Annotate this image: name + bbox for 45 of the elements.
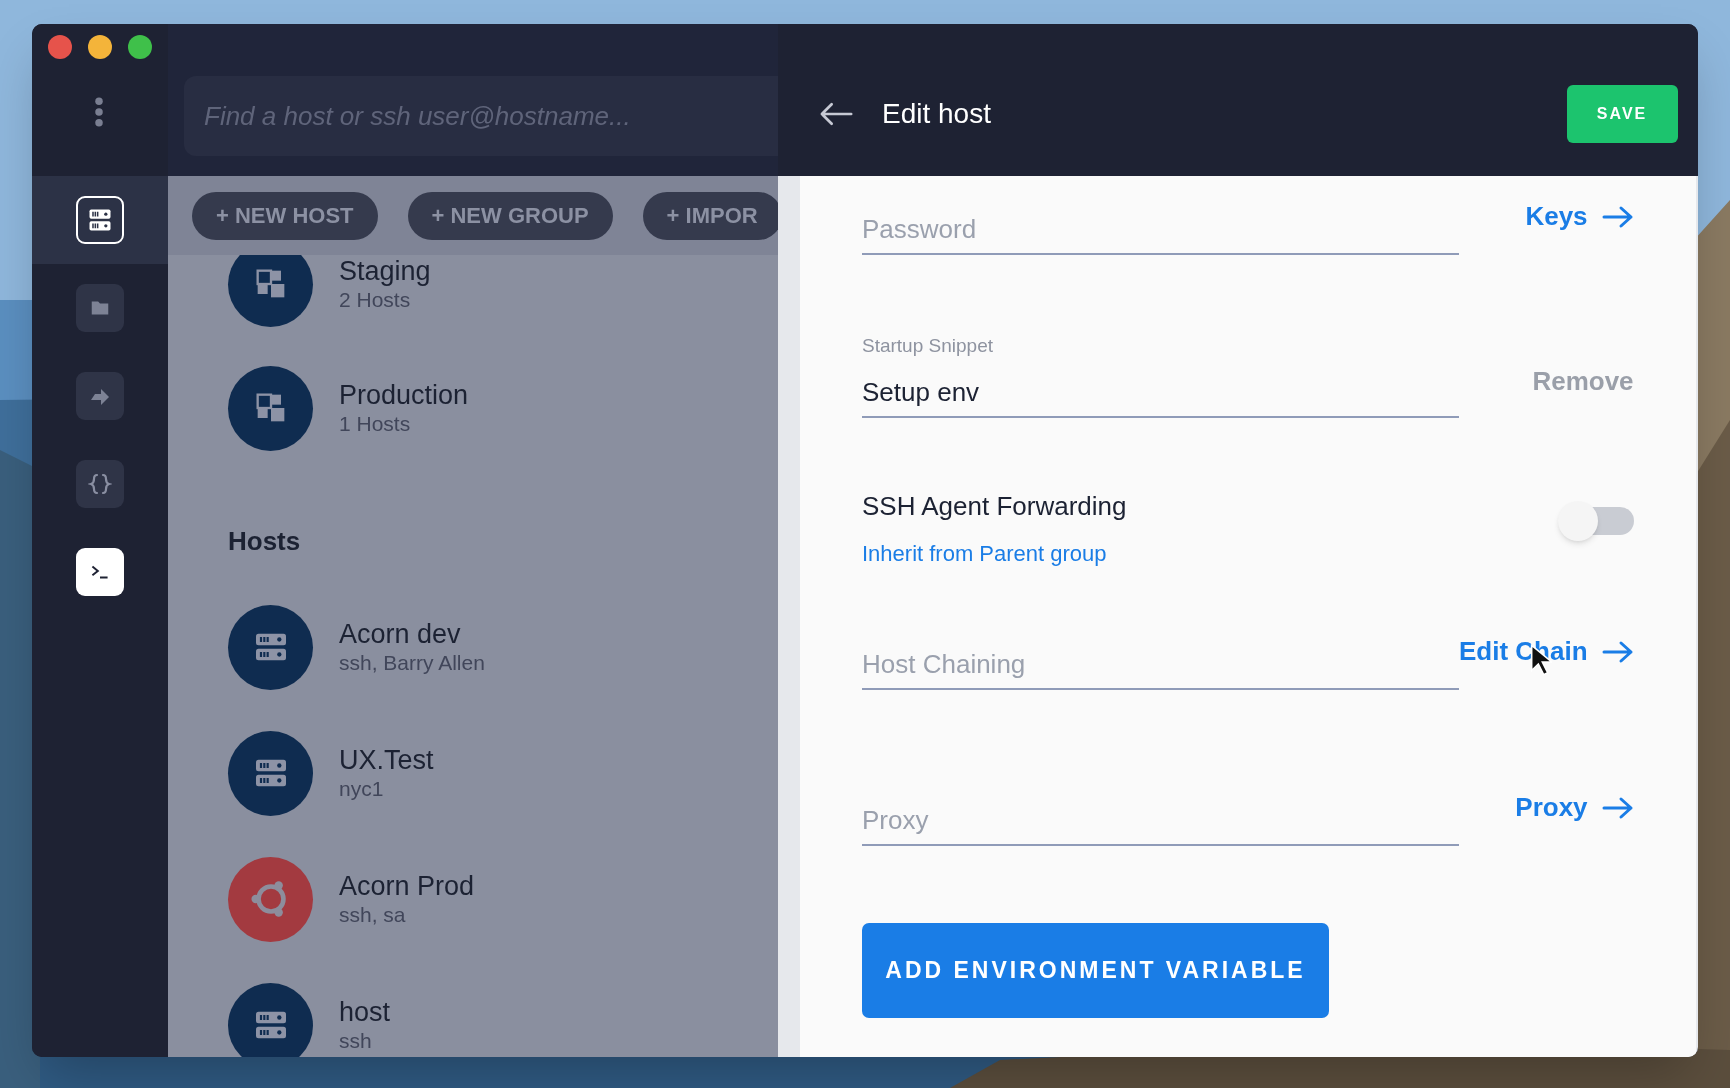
section-heading: Hosts [228,525,301,558]
toolbar-button[interactable]: + NEW GROUP [407,191,613,240]
link-button[interactable]: Proxy [1515,788,1634,827]
more-menu-icon[interactable] [94,97,104,127]
server-button[interactable] [76,196,124,244]
host-name: UX.Test [339,744,434,776]
minimize-window-button[interactable] [88,35,112,59]
terminal-button[interactable] [76,548,124,596]
editor-title: Edit host [882,97,991,131]
text-field[interactable]: Password [862,205,1459,255]
text-field[interactable]: Proxy [862,796,1459,846]
snippet-field[interactable]: Setup env [862,368,1459,418]
arrow-right-icon [1601,204,1634,229]
host-details: ssh, sa [339,902,407,928]
toolbar-button[interactable]: + IMPOR [642,191,778,240]
setting-label: SSH Agent Forwarding [862,490,1127,523]
zoom-window-button[interactable] [128,35,152,59]
arrow-right-icon [1601,639,1634,664]
search-field[interactable]: Find a host or ssh user@hostname... [184,76,778,156]
host-details: ssh [339,1028,373,1054]
host-name: Acorn dev [339,618,462,650]
host-name: host [339,996,391,1028]
forward-arrow-button[interactable] [76,372,124,420]
group-name: Production [339,379,469,411]
braces-icon [88,472,112,496]
braces-button[interactable] [76,460,124,508]
link-button[interactable]: Keys [1525,197,1634,236]
arrow-right-icon [1601,795,1634,820]
close-window-button[interactable] [48,35,72,59]
inherit-link[interactable]: Inherit from Parent group [862,537,1127,570]
toolbar-button[interactable]: + NEW HOST [192,191,378,240]
toggle-switch[interactable] [1557,501,1634,541]
back-button[interactable] [818,101,854,127]
save-button[interactable]: SAVE [1566,85,1678,143]
group-name: Staging [339,255,431,287]
group-host-count: 2 Hosts [339,287,412,313]
host-details: nyc1 [339,776,385,802]
text-field[interactable]: Host Chaining [862,640,1459,690]
folder-button[interactable] [76,284,124,332]
field-label: Startup Snippet [862,334,994,358]
host-details: ssh, Barry Allen [339,650,485,676]
host-name: Acorn Prod [339,870,475,902]
add-environment-variable-button[interactable]: ADD ENVIRONMENT VARIABLE [862,923,1329,1018]
group-host-count: 1 Hosts [339,411,412,437]
remove-button[interactable]: Remove [1532,362,1634,401]
